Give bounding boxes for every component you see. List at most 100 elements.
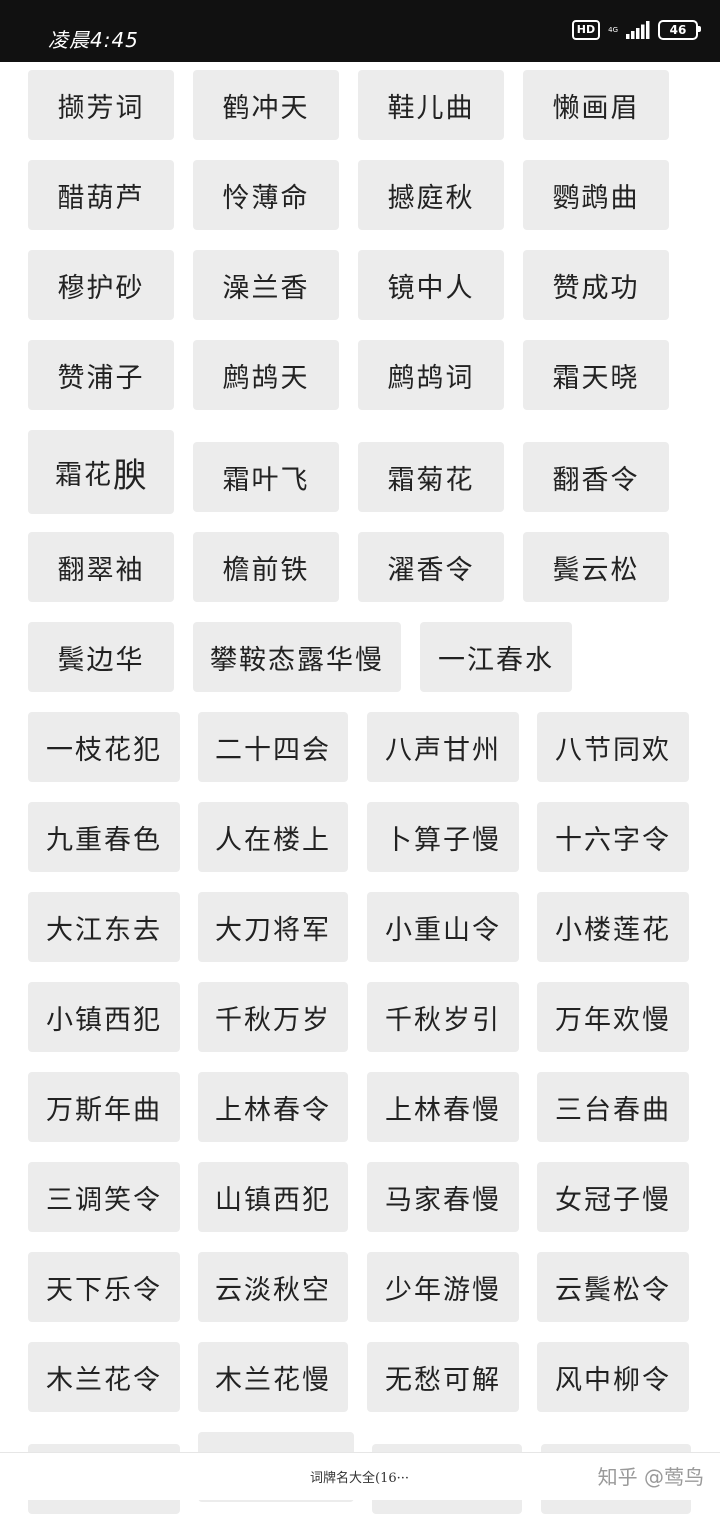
cipai-tile[interactable]: 翻翠袖 <box>28 532 174 602</box>
cipai-tile[interactable]: 八节同欢 <box>537 712 689 782</box>
cipai-label: 翻香令 <box>552 464 640 496</box>
cipai-tile[interactable]: 二十四会 <box>198 712 348 782</box>
cipai-tile[interactable]: 小重山令 <box>367 892 519 962</box>
cipai-label: 上林春令 <box>215 1094 331 1126</box>
cipai-tile[interactable]: 霜花腴 <box>28 430 174 514</box>
cipai-label: 镜中人 <box>387 272 475 304</box>
cipai-label: 赞浦子 <box>57 362 145 394</box>
cipai-tile[interactable]: 鹧鸪天 <box>193 340 339 410</box>
article-title[interactable]: 词牌名大全(16··· <box>310 1467 409 1486</box>
cipai-tile[interactable]: 濯香令 <box>358 532 504 602</box>
cipai-tile[interactable]: 一江春水 <box>420 622 572 692</box>
cipai-tile[interactable]: 大江东去 <box>28 892 180 962</box>
cipai-tile[interactable]: 鬓云松 <box>523 532 669 602</box>
cipai-label: 一枝花犯 <box>46 734 162 766</box>
cipai-tile[interactable]: 攀鞍态露华慢 <box>193 622 401 692</box>
cipai-label: 大江东去 <box>46 914 162 946</box>
cipai-tile[interactable]: 山镇西犯 <box>198 1162 348 1232</box>
cipai-label: 怜薄命 <box>222 182 310 214</box>
cipai-label: 鬓边华 <box>57 644 145 676</box>
cipai-label: 千秋万岁 <box>215 1004 331 1036</box>
cipai-tile[interactable]: 木兰花令 <box>28 1342 180 1412</box>
cipai-tile[interactable]: 霜天晓 <box>523 340 669 410</box>
cipai-tile[interactable]: 大刀将军 <box>198 892 348 962</box>
cipai-tile[interactable]: 女冠子慢 <box>537 1162 689 1232</box>
cipai-tile[interactable]: 人在楼上 <box>198 802 348 872</box>
cipai-tile[interactable]: 鹤冲天 <box>193 70 339 140</box>
cipai-label: 卜算子慢 <box>385 824 501 856</box>
cipai-tile[interactable]: 木兰花慢 <box>198 1342 348 1412</box>
cipai-tile[interactable]: 翻香令 <box>523 442 669 512</box>
cipai-label: 鹧鸪词 <box>387 362 475 394</box>
cipai-tile[interactable]: 檐前铁 <box>193 532 339 602</box>
network-type-icon: 4G <box>608 26 618 34</box>
cipai-tile[interactable]: 鞋儿曲 <box>358 70 504 140</box>
cipai-label: 十六字令 <box>555 824 671 856</box>
signal-icon <box>626 21 650 39</box>
cipai-tile[interactable]: 醋葫芦 <box>28 160 174 230</box>
status-icons: HD 4G 46 <box>571 20 701 40</box>
cipai-tile[interactable]: 撼庭秋 <box>358 160 504 230</box>
cipai-tile[interactable]: 霜菊花 <box>358 442 504 512</box>
cipai-tile[interactable]: 三调笑令 <box>28 1162 180 1232</box>
cipai-label: 小楼莲花 <box>555 914 671 946</box>
cipai-tile[interactable]: 无愁可解 <box>367 1342 519 1412</box>
cipai-label: 云淡秋空 <box>215 1274 331 1306</box>
cipai-label: 三调笑令 <box>46 1184 162 1216</box>
cipai-tile[interactable]: 万斯年曲 <box>28 1072 180 1142</box>
cipai-label: 二十四会 <box>215 734 331 766</box>
cipai-tile[interactable]: 九重春色 <box>28 802 180 872</box>
cipai-label: 九重春色 <box>46 824 162 856</box>
cipai-tile[interactable]: 澡兰香 <box>193 250 339 320</box>
battery-icon: 46 <box>658 20 701 40</box>
cipai-label: 翻翠袖 <box>57 554 145 586</box>
cipai-tile[interactable]: 卜算子慢 <box>367 802 519 872</box>
cipai-tile[interactable]: 上林春令 <box>198 1072 348 1142</box>
cipai-tile[interactable]: 撷芳词 <box>28 70 174 140</box>
cipai-label: 木兰花令 <box>46 1364 162 1396</box>
cipai-tile[interactable]: 怜薄命 <box>193 160 339 230</box>
cipai-tile[interactable]: 十六字令 <box>537 802 689 872</box>
cipai-tile[interactable]: 云淡秋空 <box>198 1252 348 1322</box>
cipai-tile[interactable]: 三台春曲 <box>537 1072 689 1142</box>
cipai-tile[interactable]: 上林春慢 <box>367 1072 519 1142</box>
cipai-tile[interactable]: 鹦鹉曲 <box>523 160 669 230</box>
cipai-tile[interactable]: 云鬓松令 <box>537 1252 689 1322</box>
hd-icon: HD <box>571 20 601 40</box>
cipai-label: 霜叶飞 <box>222 464 310 496</box>
cipai-tile[interactable]: 八声甘州 <box>367 712 519 782</box>
cipai-tile[interactable]: 少年游慢 <box>367 1252 519 1322</box>
cipai-tile[interactable]: 赞浦子 <box>28 340 174 410</box>
cipai-label: 万斯年曲 <box>46 1094 162 1126</box>
cipai-label: 天下乐令 <box>46 1274 162 1306</box>
cipai-tile[interactable]: 懒画眉 <box>523 70 669 140</box>
cipai-tile[interactable]: 风中柳令 <box>537 1342 689 1412</box>
cipai-label: 小镇西犯 <box>46 1004 162 1036</box>
cipai-label: 攀鞍态露华慢 <box>210 644 384 676</box>
cipai-label: 檐前铁 <box>222 554 310 586</box>
cipai-label: 撷芳词 <box>57 92 145 124</box>
cipai-label: 女冠子慢 <box>555 1184 671 1216</box>
cipai-tile[interactable]: 镜中人 <box>358 250 504 320</box>
cipai-tile[interactable]: 鹧鸪词 <box>358 340 504 410</box>
cipai-tile[interactable]: 万年欢慢 <box>537 982 689 1052</box>
cipai-tile[interactable]: 赞成功 <box>523 250 669 320</box>
cipai-tile[interactable]: 穆护砂 <box>28 250 174 320</box>
cipai-tile[interactable]: 霜叶飞 <box>193 442 339 512</box>
cipai-tile[interactable]: 千秋岁引 <box>367 982 519 1052</box>
cipai-label: 木兰花慢 <box>215 1364 331 1396</box>
cipai-tile[interactable]: 小镇西犯 <box>28 982 180 1052</box>
cipai-label: 上林春慢 <box>385 1094 501 1126</box>
cipai-tile[interactable]: 鬓边华 <box>28 622 174 692</box>
cipai-tile[interactable]: 小楼莲花 <box>537 892 689 962</box>
cipai-tile[interactable]: 千秋万岁 <box>198 982 348 1052</box>
cipai-label: 云鬓松令 <box>555 1274 671 1306</box>
cipai-tile[interactable]: 马家春慢 <box>367 1162 519 1232</box>
cipai-tile[interactable]: 天下乐令 <box>28 1252 180 1322</box>
cipai-tile[interactable]: 一枝花犯 <box>28 712 180 782</box>
cipai-label: 马家春慢 <box>385 1184 501 1216</box>
cipai-label: 霜花 <box>55 459 113 491</box>
cipai-label: 懒画眉 <box>552 92 640 124</box>
cipai-label: 鹧鸪天 <box>222 362 310 394</box>
cipai-label: 千秋岁引 <box>385 1004 501 1036</box>
